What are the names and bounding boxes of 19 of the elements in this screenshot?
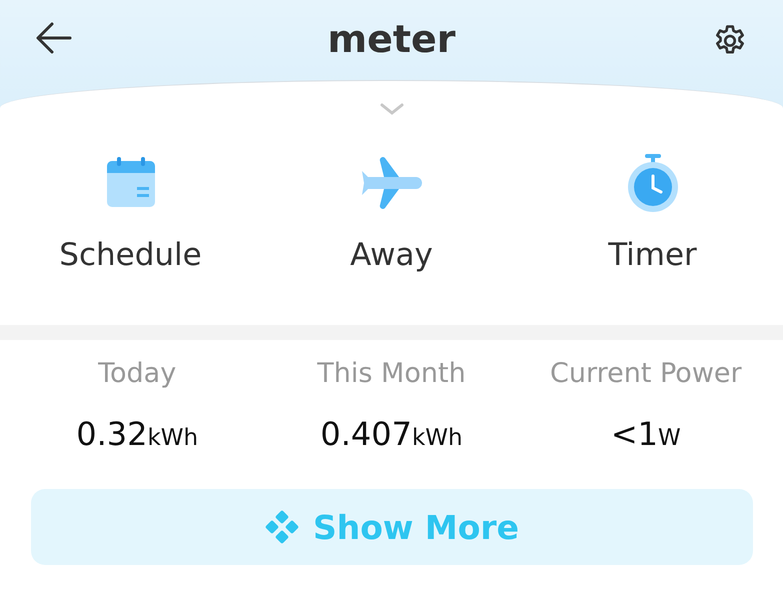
page-title: meter bbox=[327, 17, 456, 61]
action-label[interactable]: Away bbox=[350, 237, 433, 273]
back-arrow-icon[interactable] bbox=[36, 22, 72, 54]
stat-label: This Month bbox=[317, 358, 466, 389]
stat-label: Current Power bbox=[550, 358, 742, 389]
stat-value: 0.407 bbox=[320, 415, 412, 453]
stat-unit: kWh bbox=[147, 425, 198, 451]
stat-label: Today bbox=[98, 358, 176, 389]
stat-value: <1 bbox=[610, 415, 658, 453]
stat-unit: W bbox=[658, 425, 681, 451]
stat-unit: kWh bbox=[412, 425, 463, 451]
calendar-icon[interactable] bbox=[104, 157, 156, 209]
action-label[interactable]: Timer bbox=[608, 237, 697, 273]
airplane-icon[interactable] bbox=[360, 157, 424, 209]
chevron-down-icon[interactable] bbox=[380, 103, 404, 115]
action-label[interactable]: Schedule bbox=[59, 237, 202, 273]
stopwatch-icon[interactable] bbox=[626, 154, 680, 212]
stat-value: 0.32 bbox=[76, 415, 148, 453]
diamonds-icon bbox=[264, 510, 299, 544]
